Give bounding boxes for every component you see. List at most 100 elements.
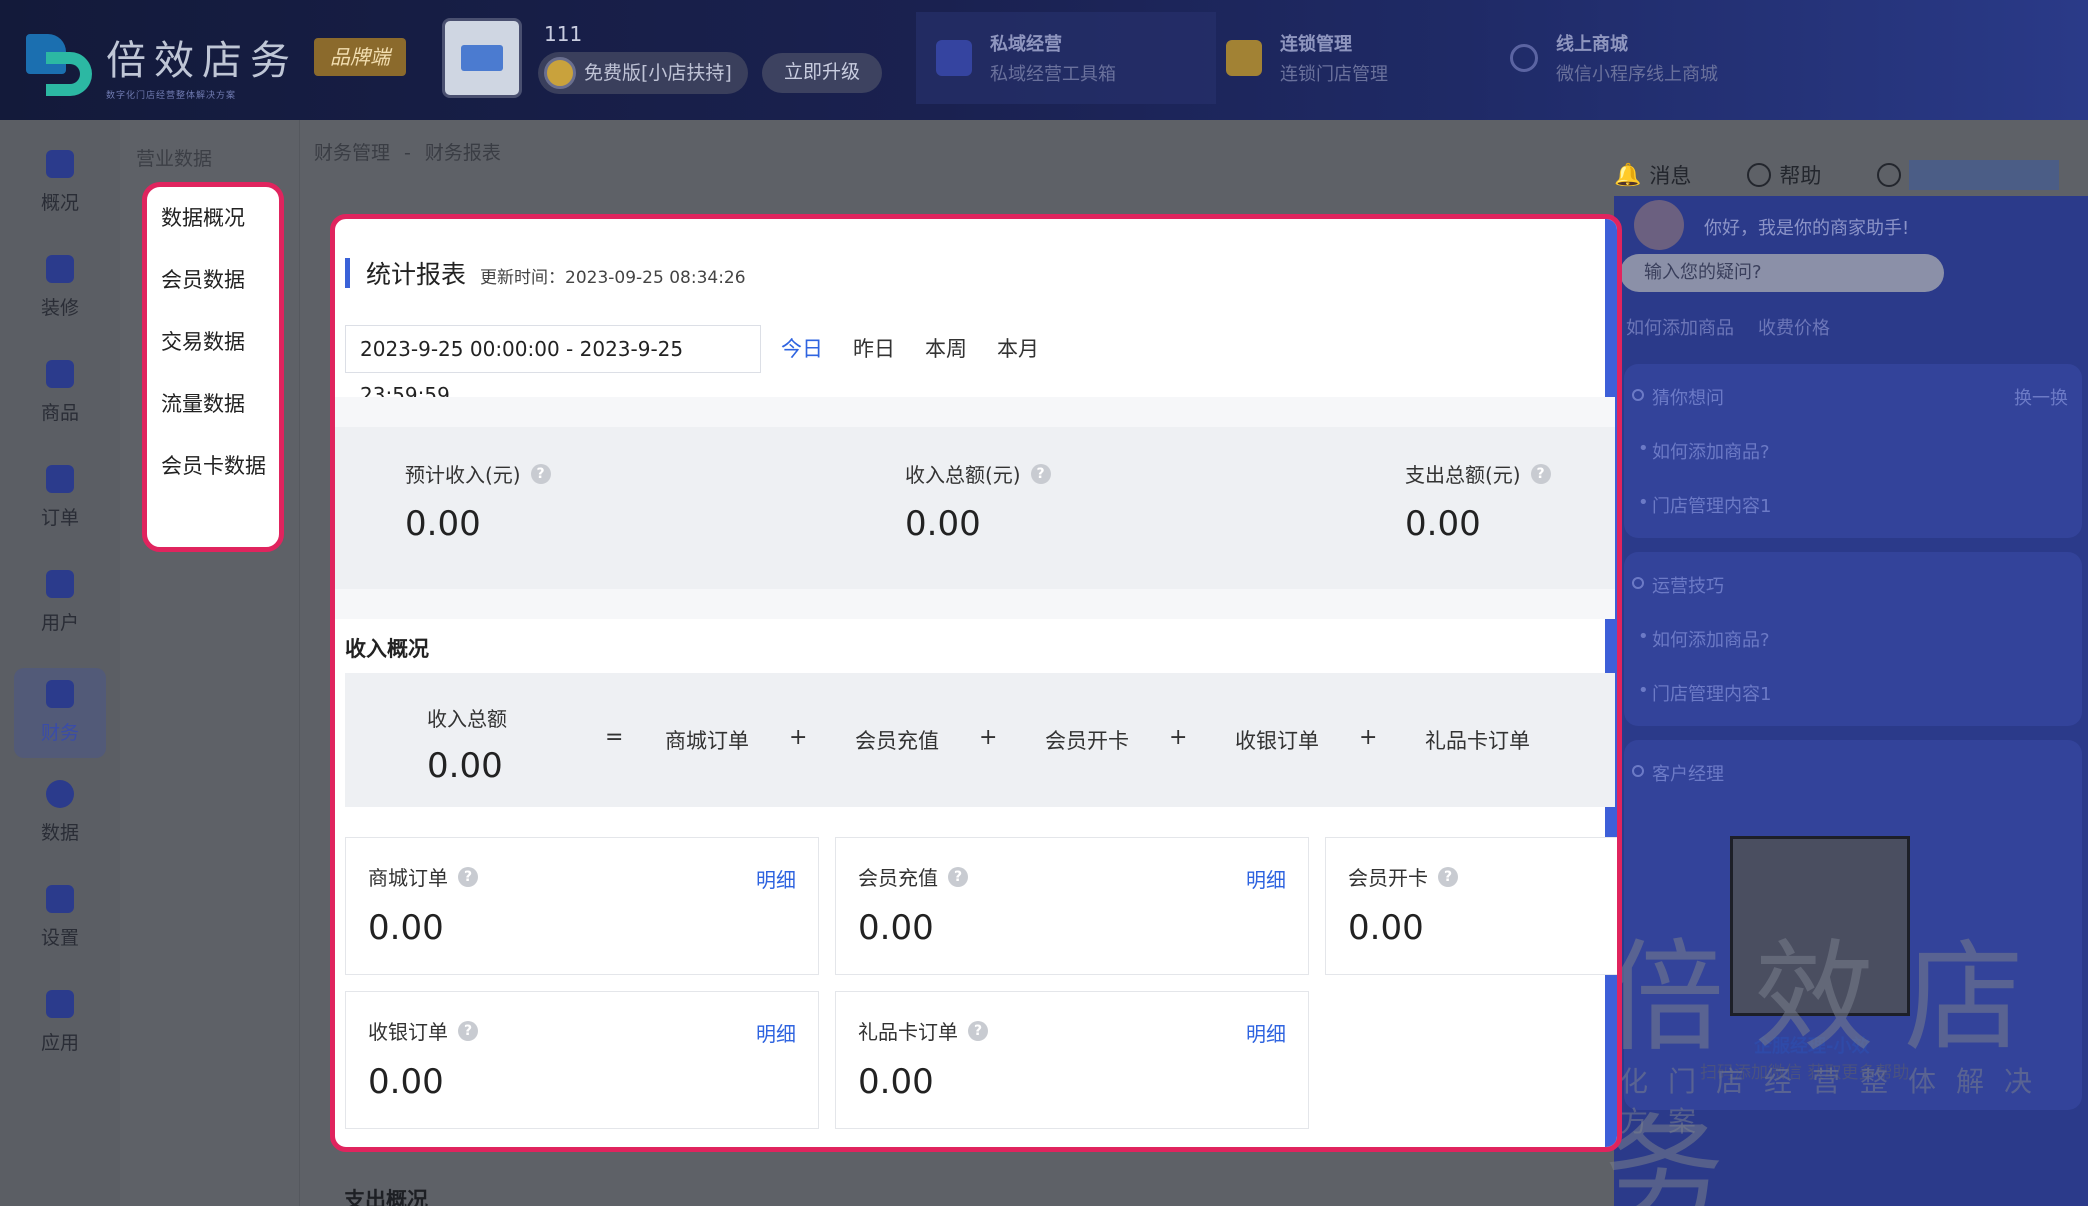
detail-link[interactable]: 明细 [756, 1018, 796, 1047]
assistant-ask-input[interactable]: 输入您的疑问? [1620, 254, 1944, 292]
submenu-item-member-card[interactable]: 会员卡数据 [147, 435, 279, 497]
grid-icon [936, 40, 972, 76]
guess-item[interactable]: 门店管理内容1 [1638, 492, 1772, 518]
detail-link[interactable]: 明细 [756, 864, 796, 893]
sidebar-item-label: 财务 [40, 722, 79, 744]
top-utility-bar: 🔔 消息 帮助 [1614, 160, 2088, 190]
upgrade-button[interactable]: 立即升级 [762, 53, 883, 93]
submenu-item-overview[interactable]: 数据概况 [147, 187, 279, 249]
tile-label: 商城订单 [368, 866, 448, 890]
logo[interactable]: 倍效店务 数字化门店经营整体解决方案 [26, 28, 298, 101]
topnav-private-domain[interactable]: 私域经营 私域经营工具箱 [916, 12, 1216, 104]
equals-sign: = [605, 725, 624, 750]
store-thumbnail[interactable] [442, 18, 522, 98]
sidebar-item-label: 应用 [40, 1032, 79, 1054]
sidebar-item-decoration[interactable]: 装修 [14, 243, 106, 333]
help-icon[interactable]: ? [1530, 463, 1551, 484]
top-header: 倍效店务 数字化门店经营整体解决方案 品牌端 111 免费版[小店扶持] 立即升… [0, 0, 2088, 120]
plus-sign: + [979, 725, 998, 750]
breadcrumb-report: 财务报表 [424, 142, 501, 164]
sidebar-item-finance[interactable]: 财务 [14, 668, 106, 758]
help-icon[interactable]: ? [968, 1020, 988, 1041]
pie-chart-icon [46, 780, 74, 808]
user-name-redacted [1909, 160, 2060, 190]
help-icon[interactable]: ? [458, 866, 478, 887]
yuan-icon [46, 680, 74, 708]
tile-label: 会员开卡 [1348, 866, 1428, 890]
sidebar-item-data[interactable]: 数据 [14, 768, 106, 858]
stat-label: 支出总额(元) [1405, 463, 1521, 487]
range-today[interactable]: 今日 [781, 333, 823, 363]
range-this-month[interactable]: 本月 [997, 333, 1039, 363]
brush-icon [46, 255, 74, 283]
report-title: 统计报表 [366, 260, 467, 289]
user-menu[interactable] [1877, 160, 2060, 190]
left-sidebar: 概况 装修 商品 订单 用户 财务 数据 设置 应用 [0, 120, 120, 1206]
detail-link[interactable]: 明细 [1246, 1018, 1286, 1047]
plan-badge[interactable]: 免费版[小店扶持] [538, 52, 748, 94]
topnav-chain[interactable]: 连锁管理 连锁门店管理 [1206, 12, 1486, 104]
tips-item[interactable]: 如何添加商品? [1638, 626, 1770, 652]
tile-value: 0.00 [368, 908, 444, 948]
breadcrumb: 财务管理 - 财务报表 [314, 138, 515, 165]
breadcrumb-finance[interactable]: 财务管理 [314, 142, 390, 164]
sidebar-item-orders[interactable]: 订单 [14, 453, 106, 543]
tile-cashier-orders: 收银订单? 0.00 明细 [345, 991, 819, 1129]
range-this-week[interactable]: 本周 [925, 333, 967, 363]
user-icon [1877, 163, 1902, 187]
tips-title: 运营技巧 [1632, 572, 1724, 598]
tile-value: 0.00 [368, 1062, 444, 1102]
sidebar-item-label: 设置 [40, 927, 79, 949]
help-label: 帮助 [1779, 164, 1822, 188]
help-icon[interactable]: ? [1438, 866, 1458, 887]
help-button[interactable]: 帮助 [1747, 160, 1821, 190]
sidebar-item-overview[interactable]: 概况 [14, 138, 106, 228]
help-icon[interactable]: ? [458, 1020, 478, 1041]
help-icon [1747, 163, 1772, 187]
expense-overview-title: 支出概况 [344, 1188, 428, 1206]
sidebar-item-label: 概况 [40, 192, 79, 214]
help-icon[interactable]: ? [948, 866, 968, 887]
help-icon[interactable]: ? [530, 463, 551, 484]
detail-link[interactable]: 明细 [1246, 864, 1286, 893]
message-button[interactable]: 🔔 消息 [1614, 160, 1691, 190]
statistics-report-card: 统计报表 更新时间：2023-09-25 08:34:26 2023-9-25 … [330, 214, 1622, 1152]
chip-pricing[interactable]: 收费价格 [1758, 314, 1830, 340]
switch-button[interactable]: 换一换 [2014, 384, 2068, 410]
tips-item[interactable]: 门店管理内容1 [1638, 680, 1772, 706]
tile-member-recharge: 会员充值? 0.00 明细 [835, 837, 1309, 975]
sidebar-item-label: 数据 [40, 822, 79, 844]
date-range-picker[interactable]: 2023-9-25 00:00:00 - 2023-9-25 23:59:59 [345, 325, 761, 407]
apps-icon [46, 990, 74, 1018]
sidebar-item-users[interactable]: 用户 [14, 558, 106, 648]
secondary-menu: 营业数据 数据概况 会员数据 交易数据 流量数据 会员卡数据 [120, 120, 300, 1206]
document-icon [46, 465, 74, 493]
guess-item[interactable]: 如何添加商品? [1638, 438, 1770, 464]
stat-label: 收入总额(元) [905, 463, 1021, 487]
submenu-item-trade[interactable]: 交易数据 [147, 311, 279, 373]
chip-add-product[interactable]: 如何添加商品 [1626, 314, 1734, 340]
topnav-title: 连锁管理 [1280, 34, 1352, 55]
income-overview-title: 收入概况 [345, 637, 429, 661]
submenu-item-traffic[interactable]: 流量数据 [147, 373, 279, 435]
store-icon [1226, 40, 1262, 76]
plus-sign: + [1359, 725, 1378, 750]
tile-mall-orders: 商城订单? 0.00 明细 [345, 837, 819, 975]
sidebar-item-settings[interactable]: 设置 [14, 873, 106, 963]
submenu-title: 营业数据 [136, 148, 213, 170]
sidebar-item-products[interactable]: 商品 [14, 348, 106, 438]
submenu-item-member[interactable]: 会员数据 [147, 249, 279, 311]
formula-total-label: 收入总额 [427, 707, 507, 731]
topnav-online-mall[interactable]: 线上商城 微信小程序线上商城 [1490, 12, 1790, 104]
tile-value: 0.00 [858, 908, 934, 948]
guess-title: 猜你想问 [1632, 384, 1724, 410]
topnav-subtitle: 私域经营工具箱 [990, 64, 1116, 85]
formula-term: 礼品卡订单 [1425, 729, 1530, 753]
gear-icon [46, 885, 74, 913]
help-icon[interactable]: ? [1030, 463, 1051, 484]
range-yesterday[interactable]: 昨日 [853, 333, 895, 363]
sidebar-item-apps[interactable]: 应用 [14, 978, 106, 1068]
income-formula: 收入总额 0.00 = 商城订单 + 会员充值 + 会员开卡 + 收银订单 + … [345, 673, 1615, 807]
divider-strip [335, 589, 1615, 619]
tile-value: 0.00 [1348, 908, 1424, 948]
